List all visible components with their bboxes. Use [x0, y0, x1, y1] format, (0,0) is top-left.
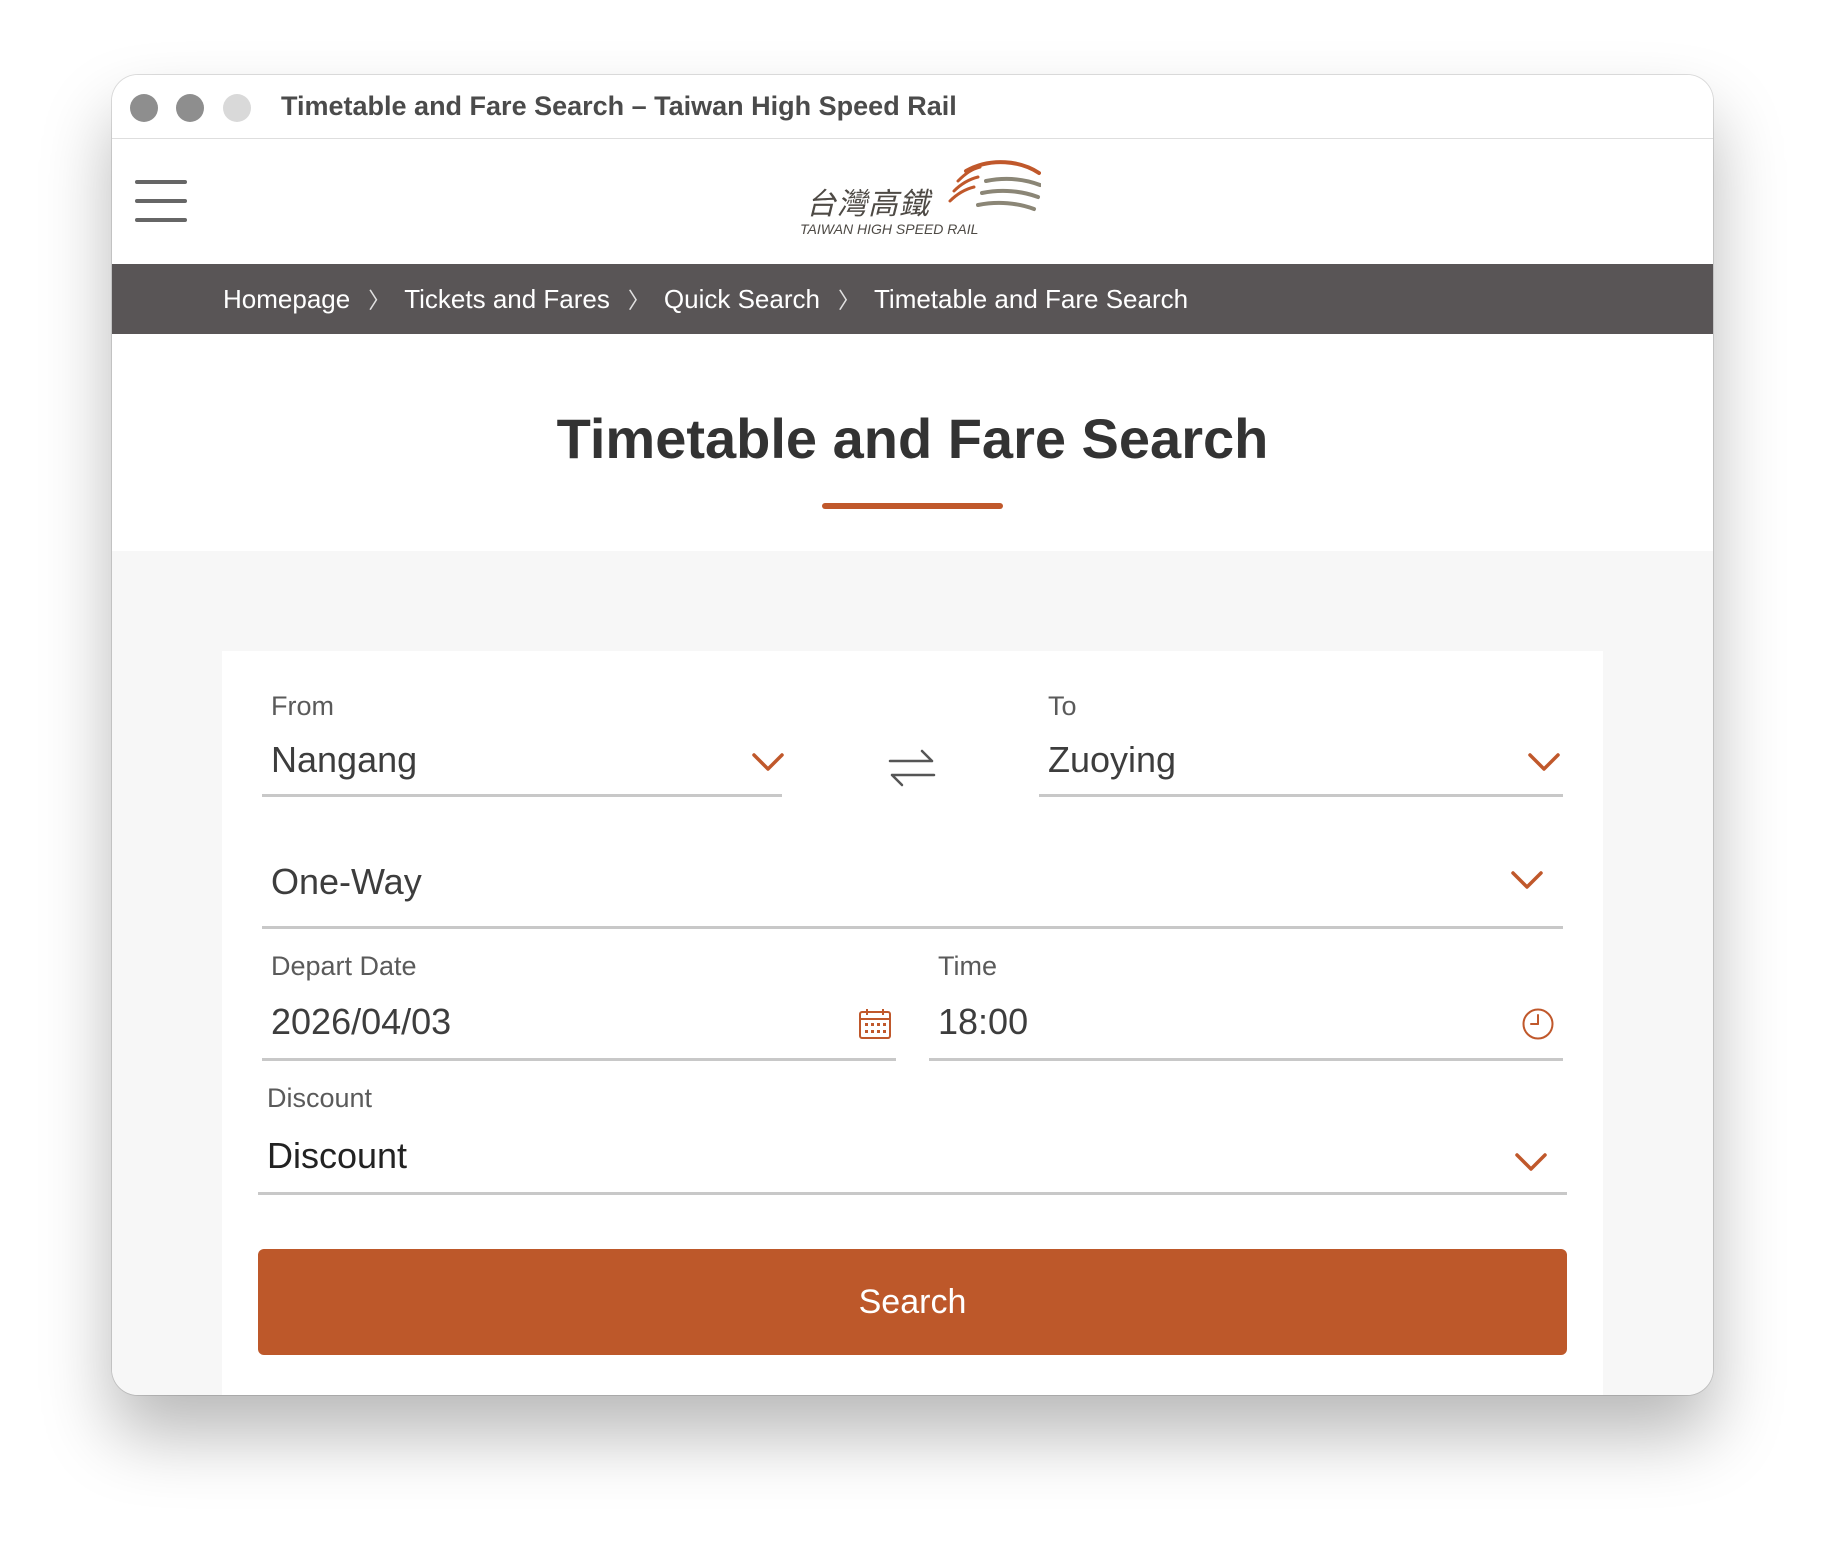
chevron-down-icon: [1507, 867, 1547, 893]
breadcrumb-separator: 〉: [627, 288, 650, 313]
time-value: 18:00: [938, 1001, 1029, 1042]
logo-swoosh-icon: [948, 160, 1041, 211]
to-label: To: [1048, 691, 1077, 721]
time-label: Time: [938, 951, 997, 981]
breadcrumb-separator: 〉: [837, 288, 860, 313]
trip-type-select[interactable]: One-Way: [262, 851, 1563, 929]
title-bar: Timetable and Fare Search – Taiwan High …: [112, 75, 1713, 139]
breadcrumb: Homepage 〉 Tickets and Fares 〉 Quick Sea…: [112, 264, 1713, 334]
breadcrumb-quick-search[interactable]: Quick Search: [664, 284, 820, 315]
breadcrumb-current-page: Timetable and Fare Search: [874, 283, 1189, 314]
site-header: 台灣高鐵 TAIWAN HIGH SPEED RAIL: [112, 139, 1713, 264]
calendar-icon[interactable]: [858, 1007, 892, 1041]
from-station-select[interactable]: From Nangang: [262, 691, 784, 797]
discount-value: Discount: [267, 1135, 408, 1176]
close-window-button[interactable]: [130, 94, 158, 122]
discount-label: Discount: [267, 1083, 373, 1113]
breadcrumb-homepage[interactable]: Homepage: [223, 284, 350, 315]
logo-name-en: TAIWAN HIGH SPEED RAIL: [800, 221, 979, 237]
depart-date-value: 2026/04/03: [271, 1001, 452, 1042]
swap-arrows-icon[interactable]: [886, 743, 938, 791]
minimize-window-button[interactable]: [176, 94, 204, 122]
logo-name-cjk: 台灣高鐵: [806, 188, 930, 221]
hamburger-menu-icon[interactable]: [135, 180, 187, 222]
search-form-card: From Nangang To Zuoying One-Way Depart D…: [222, 651, 1603, 1395]
browser-window: Timetable and Fare Search – Taiwan High …: [112, 75, 1713, 1395]
discount-select[interactable]: Discount Discount: [258, 1083, 1567, 1195]
breadcrumb-tickets-and-fares[interactable]: Tickets and Fares: [404, 284, 610, 315]
chevron-down-icon: [1524, 749, 1564, 775]
search-button[interactable]: Search: [258, 1249, 1567, 1355]
time-field[interactable]: Time 18:00: [929, 951, 1563, 1061]
maximize-window-button[interactable]: [223, 94, 251, 122]
to-value: Zuoying: [1048, 739, 1177, 780]
content-area: From Nangang To Zuoying One-Way Depart D…: [112, 551, 1713, 1395]
title-underline: [822, 503, 1003, 509]
depart-date-field[interactable]: Depart Date 2026/04/03: [262, 951, 896, 1061]
window-title: Timetable and Fare Search – Taiwan High …: [281, 91, 957, 121]
thsr-logo[interactable]: 台灣高鐵 TAIWAN HIGH SPEED RAIL: [788, 159, 1048, 239]
clock-icon[interactable]: [1521, 1007, 1555, 1041]
to-station-select[interactable]: To Zuoying: [1039, 691, 1563, 797]
from-label: From: [271, 691, 334, 721]
heading-area: Timetable and Fare Search: [112, 334, 1713, 551]
from-value: Nangang: [271, 739, 418, 780]
depart-date-label: Depart Date: [271, 951, 417, 981]
trip-type-value: One-Way: [271, 861, 422, 902]
chevron-down-icon: [1511, 1149, 1551, 1175]
page-title: Timetable and Fare Search: [556, 407, 1269, 470]
breadcrumb-separator: 〉: [368, 288, 391, 313]
chevron-down-icon: [748, 749, 788, 775]
